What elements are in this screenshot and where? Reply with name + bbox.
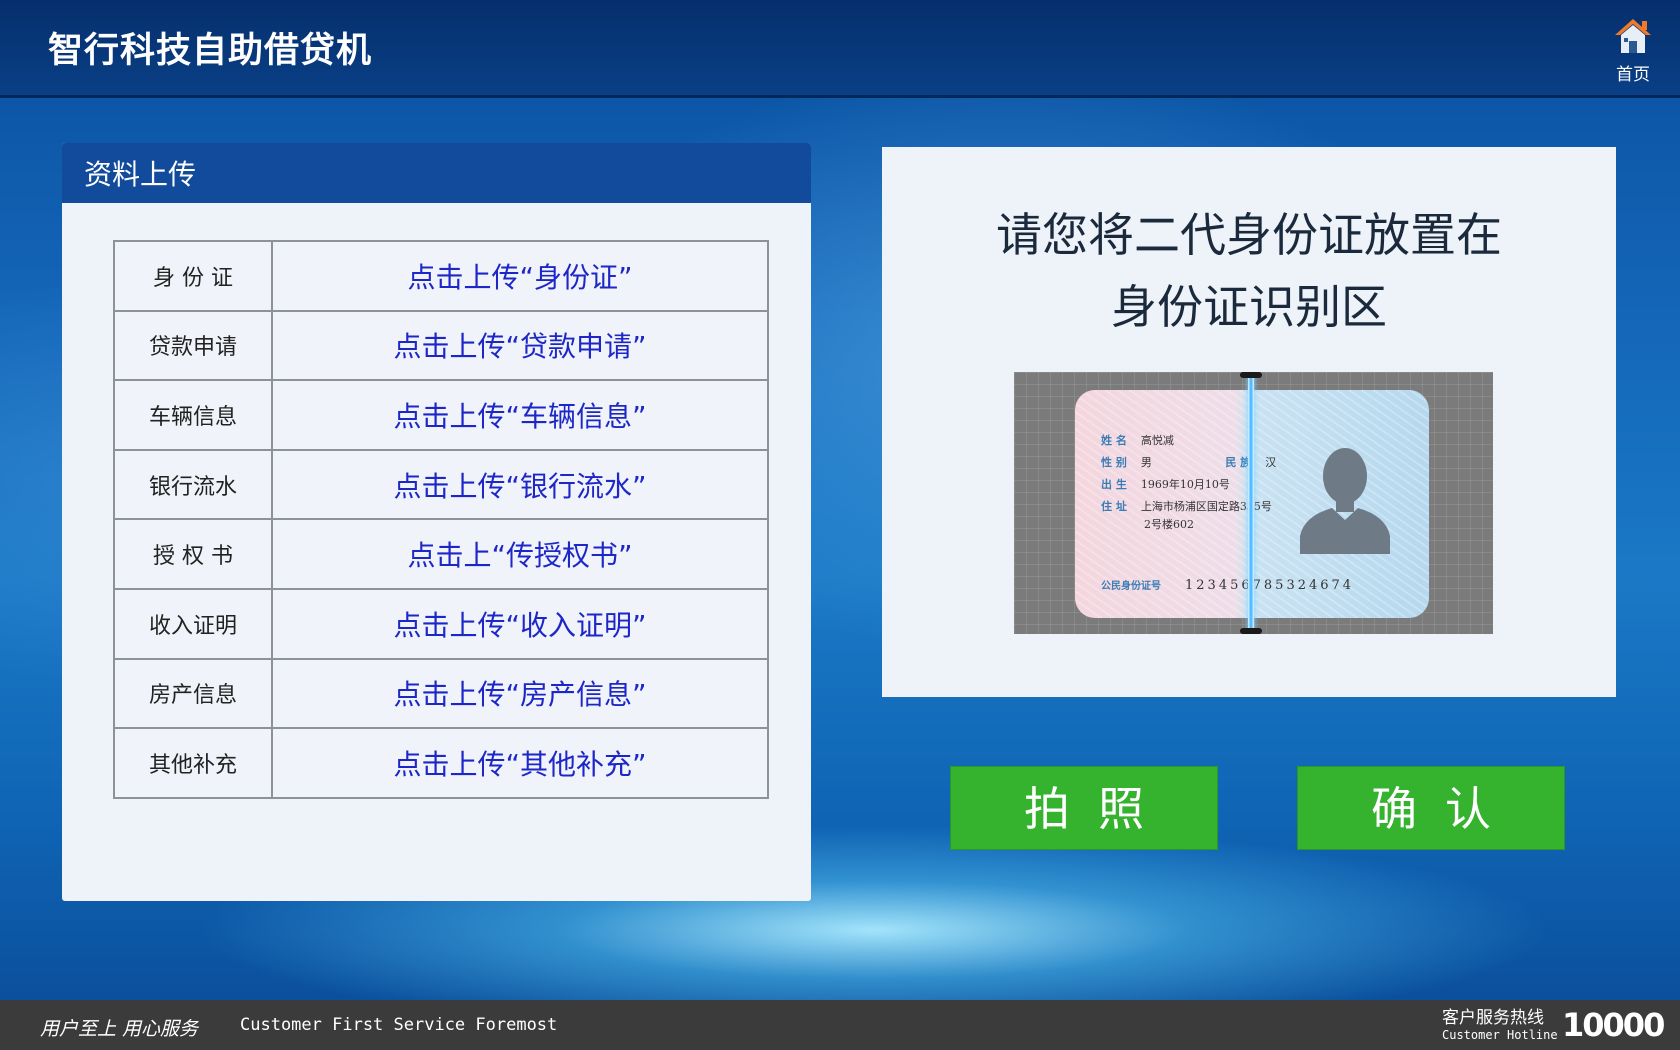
upload-panel-title: 资料上传 [84,158,197,191]
doc-name: 银行流水 [113,448,273,521]
hotline-block: 客户服务热线 Customer Hotline [1442,1008,1558,1042]
home-label: 首页 [1616,65,1650,85]
scan-line [1248,372,1254,634]
home-icon [1615,19,1651,53]
upload-other-supplement-link[interactable]: 点击上传“其他补充” [271,727,769,799]
id-scan-panel: 请您将二代身份证放置在 身份证识别区 姓 名高悦减 性 别男 民 族汉 出 生1… [882,147,1616,697]
upload-vehicle-info-link[interactable]: 点击上传“车辆信息” [271,379,769,451]
card-name-row: 姓 名高悦减 [1101,434,1174,447]
slogan-chinese: 用户至上 用心服务 [40,1018,199,1040]
card-address-row: 住 址上海市杨浦区国定路335号 [1101,500,1272,513]
table-row: 授 权 书 点击上“传授权书” [113,518,769,590]
table-row: 其他补充 点击上传“其他补充” [113,727,769,799]
doc-name: 收入证明 [113,587,273,660]
scan-line-cap-bottom [1240,628,1262,634]
header-bar: 智行科技自助借贷机 首页 [0,0,1680,98]
table-row: 房产信息 点击上传“房产信息” [113,657,769,730]
card-birth-row: 出 生 1969年10月10号 [1101,478,1230,491]
take-photo-button[interactable]: 拍照 [950,766,1218,850]
upload-id-card-link[interactable]: 点击上传“身份证” [271,240,769,312]
footer-bar: 用户至上 用心服务 Customer First Service Foremos… [0,1000,1680,1050]
instruction-line-2: 身份证识别区 [1111,280,1387,334]
upload-panel: 资料上传 身 份 证 点击上传“身份证” 贷款申请 点击上传“贷款申请” 车辆信… [62,143,811,901]
portrait-silhouette-icon [1300,448,1390,554]
upload-loan-application-link[interactable]: 点击上传“贷款申请” [271,309,769,382]
confirm-button[interactable]: 确认 [1297,766,1565,850]
table-row: 收入证明 点击上传“收入证明” [113,587,769,660]
upload-property-info-link[interactable]: 点击上传“房产信息” [271,657,769,730]
doc-name: 其他补充 [113,727,273,799]
card-id-number-row: 公民身份证号 123456785324674 [1101,578,1355,593]
card-address-line-2: 2号楼602 [1144,518,1194,531]
upload-bank-statement-link[interactable]: 点击上传“银行流水” [271,448,769,521]
doc-name: 贷款申请 [113,309,273,382]
doc-name: 房产信息 [113,657,273,730]
upload-table: 身 份 证 点击上传“身份证” 贷款申请 点击上传“贷款申请” 车辆信息 点击上… [113,240,769,799]
scan-instruction: 请您将二代身份证放置在 身份证识别区 [882,199,1616,343]
table-row: 身 份 证 点击上传“身份证” [113,240,769,312]
home-button[interactable]: 首页 [1602,16,1664,86]
slogan-english: Customer First Service Foremost [240,1015,558,1035]
id-scan-area: 姓 名高悦减 性 别男 民 族汉 出 生 1969年10月10号 住 址上海市杨浦… [1014,372,1493,634]
table-row: 车辆信息 点击上传“车辆信息” [113,379,769,451]
app-title: 智行科技自助借贷机 [48,31,373,71]
doc-name: 授 权 书 [113,518,273,590]
hotline-label: 客户服务热线 [1442,1008,1544,1028]
upload-panel-header: 资料上传 [62,143,811,203]
doc-name: 身 份 证 [113,240,273,312]
table-row: 贷款申请 点击上传“贷款申请” [113,309,769,382]
hotline-number: 10000 [1562,1006,1665,1044]
upload-authorization-link[interactable]: 点击上“传授权书” [271,518,769,590]
doc-name: 车辆信息 [113,379,273,451]
upload-income-proof-link[interactable]: 点击上传“收入证明” [271,587,769,660]
table-row: 银行流水 点击上传“银行流水” [113,448,769,521]
hotline-label-english: Customer Hotline [1442,1028,1558,1042]
instruction-line-1: 请您将二代身份证放置在 [996,208,1502,262]
scan-line-cap-top [1240,372,1262,378]
